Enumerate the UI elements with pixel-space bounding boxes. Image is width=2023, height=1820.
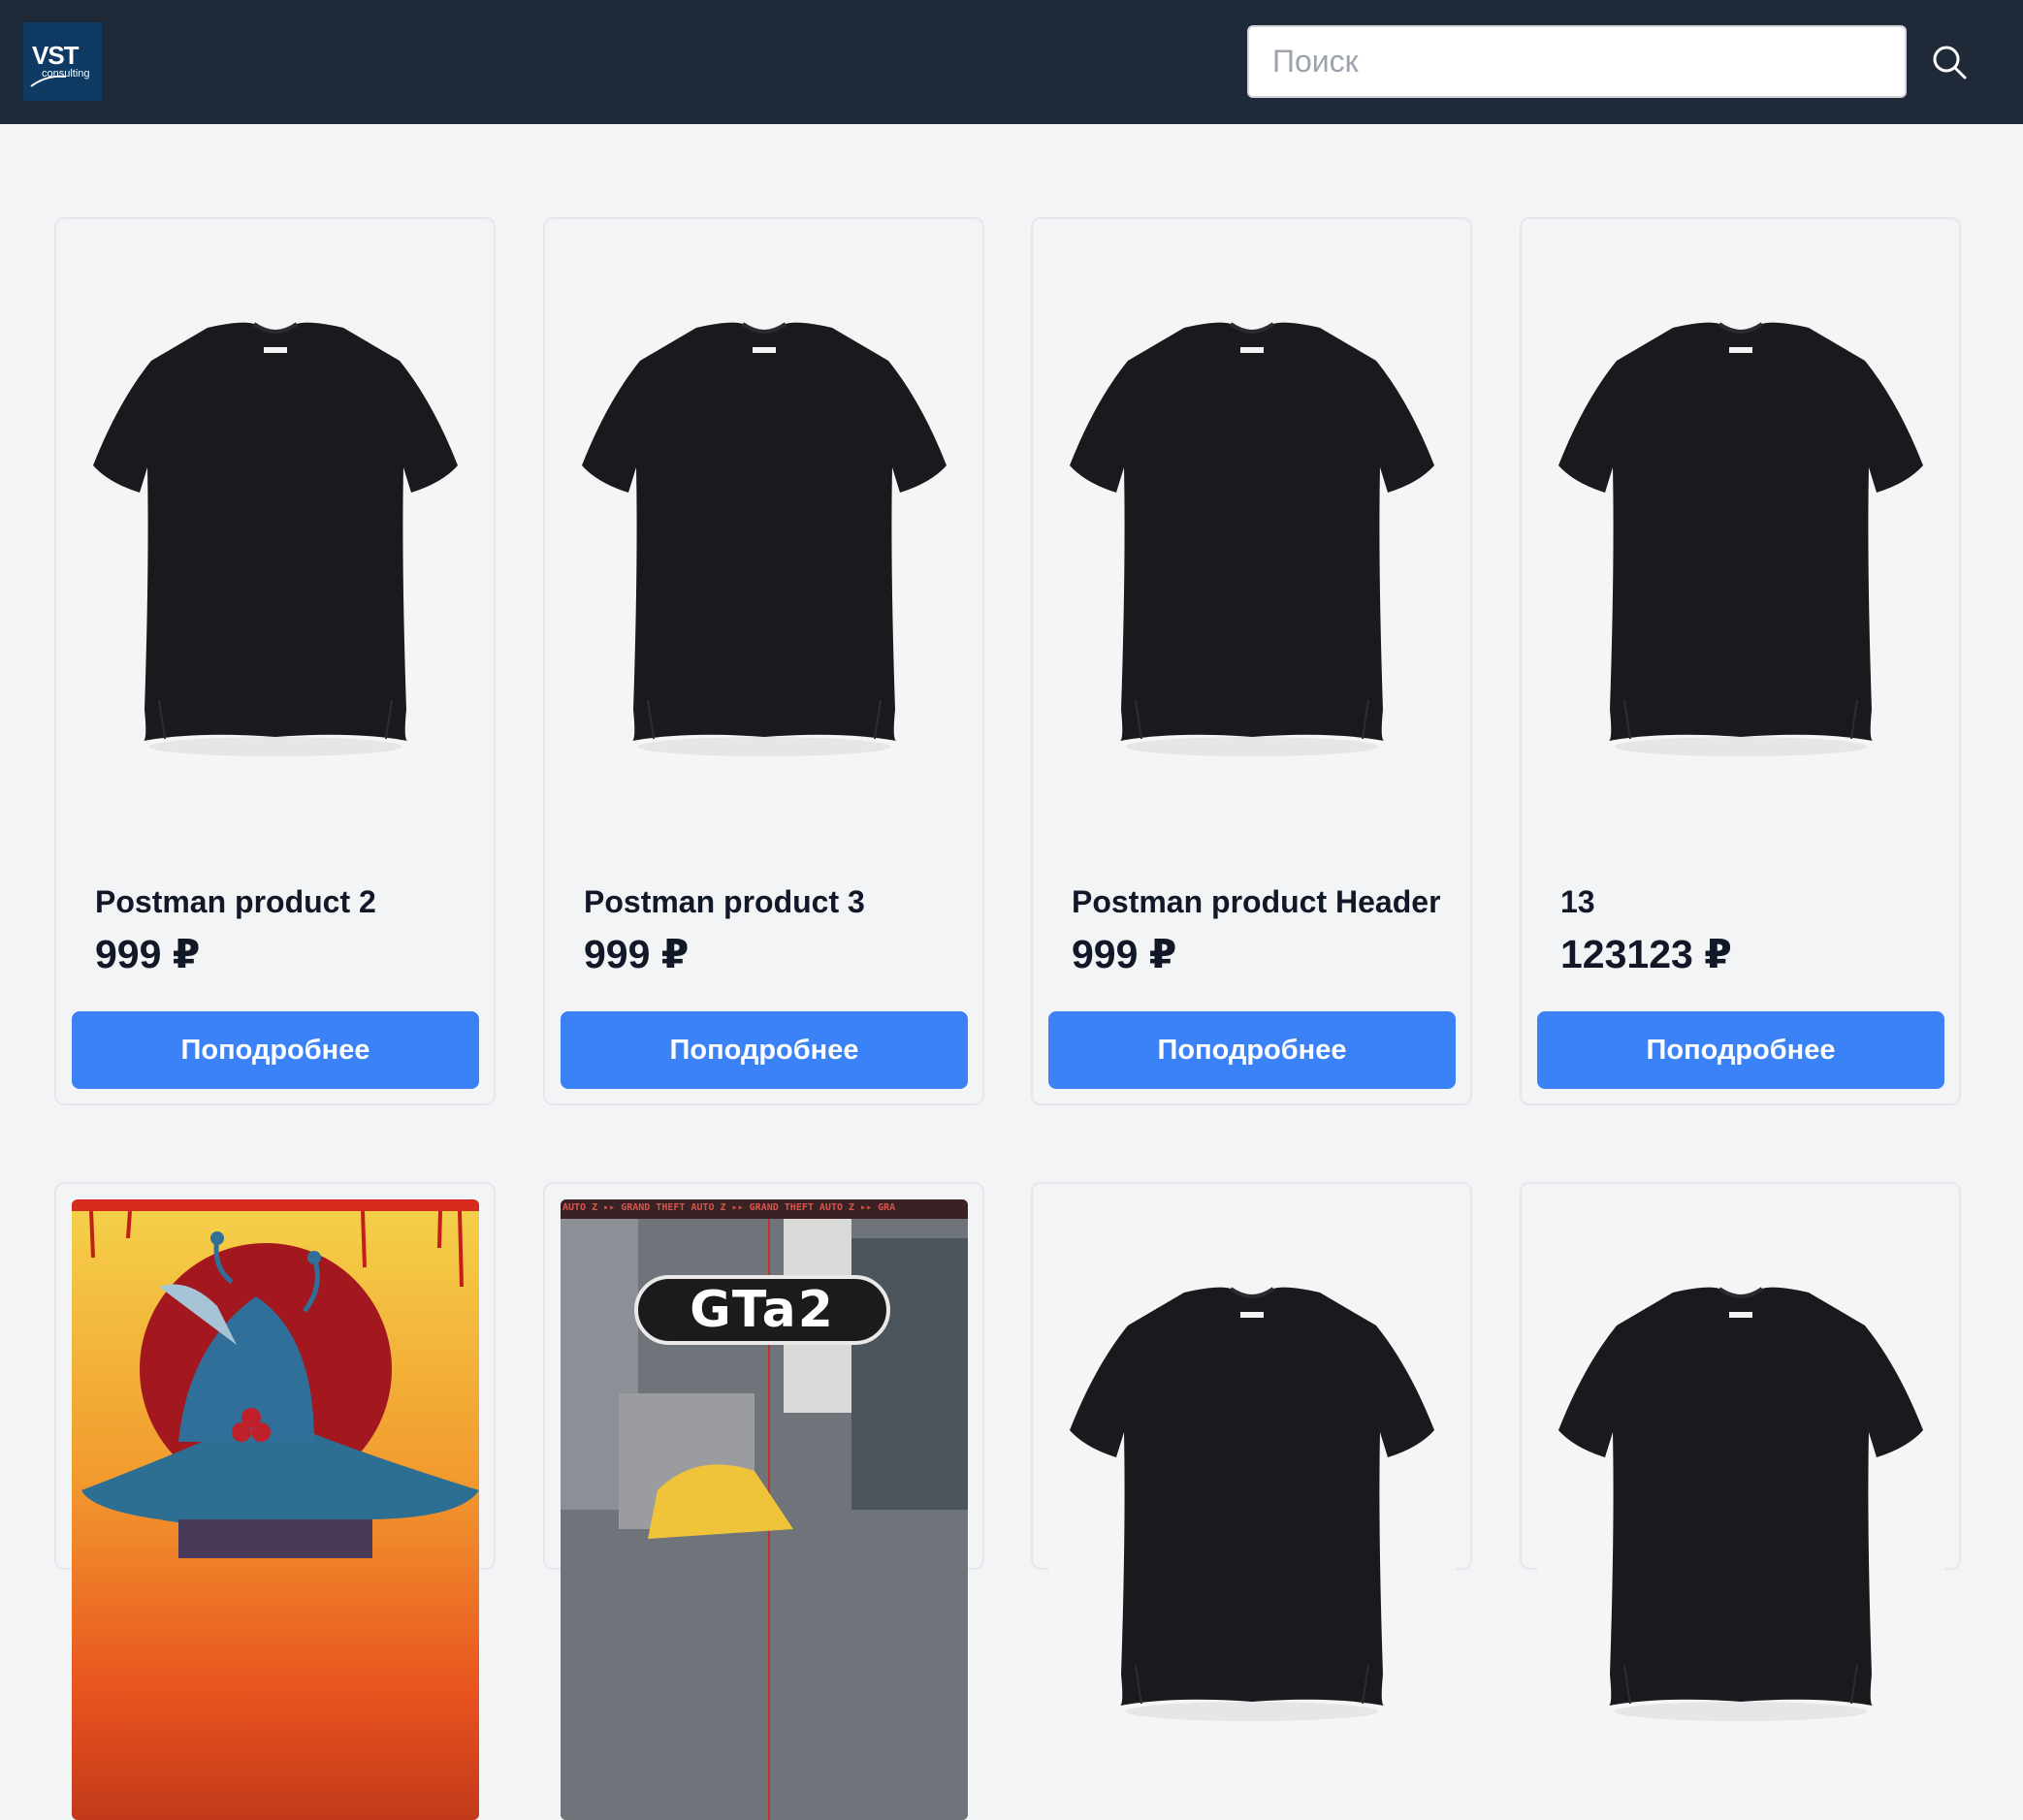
gta2-logo-text: GTa2	[690, 1281, 835, 1339]
details-button[interactable]: Поподробнее	[1537, 1011, 1944, 1089]
product-title: Postman product 3	[584, 884, 865, 919]
logo-swoosh-icon	[30, 75, 67, 87]
product-image-tshirt[interactable]	[1048, 1199, 1456, 1820]
top-navbar: VST consulting	[0, 0, 2023, 124]
product-title: Postman product 2	[95, 884, 376, 919]
product-image-tshirt[interactable]	[561, 235, 968, 855]
details-button[interactable]: Поподробнее	[72, 1011, 479, 1089]
product-card: Postman product 3 999 ₽ Поподробнее	[543, 217, 984, 1105]
vst-logo[interactable]: VST consulting	[23, 22, 102, 101]
product-image-tshirt[interactable]	[72, 235, 479, 855]
gta2-banner-text: AUTO Z ▸▸ GRAND THEFT AUTO Z ▸▸ GRAND TH…	[562, 1202, 896, 1213]
product-image-tshirt[interactable]	[1048, 235, 1456, 855]
product-price: 999 ₽	[584, 932, 690, 976]
product-price: 999 ₽	[95, 932, 201, 976]
product-image-tshirt[interactable]	[1537, 235, 1944, 855]
product-title: Postman product Header	[1072, 884, 1440, 919]
product-card	[1520, 1182, 1961, 1820]
product-price: 999 ₽	[1072, 932, 1177, 976]
product-image-painting[interactable]	[72, 1199, 479, 1820]
product-price: 123123 ₽	[1560, 932, 1732, 976]
search-input[interactable]	[1247, 25, 1907, 98]
product-image-gta2-cover[interactable]: AUTO Z ▸▸ GRAND THEFT AUTO Z ▸▸ GRAND TH…	[561, 1199, 968, 1820]
logo-text: VST	[32, 41, 80, 70]
product-card: Postman product Header 999 ₽ Поподробнее	[1031, 217, 1472, 1105]
details-button[interactable]: Поподробнее	[561, 1011, 968, 1089]
details-button[interactable]: Поподробнее	[1048, 1011, 1456, 1089]
product-title: 13	[1560, 884, 1595, 919]
product-card	[54, 1182, 496, 1820]
product-card: AUTO Z ▸▸ GRAND THEFT AUTO Z ▸▸ GRAND TH…	[543, 1182, 984, 1820]
search-icon[interactable]	[1930, 43, 1969, 81]
product-card: 13 123123 ₽ Поподробнее	[1520, 217, 1961, 1105]
product-card: Postman product 2 999 ₽ Поподробнее	[54, 217, 496, 1105]
product-card	[1031, 1182, 1472, 1820]
product-image-tshirt[interactable]	[1537, 1199, 1944, 1820]
